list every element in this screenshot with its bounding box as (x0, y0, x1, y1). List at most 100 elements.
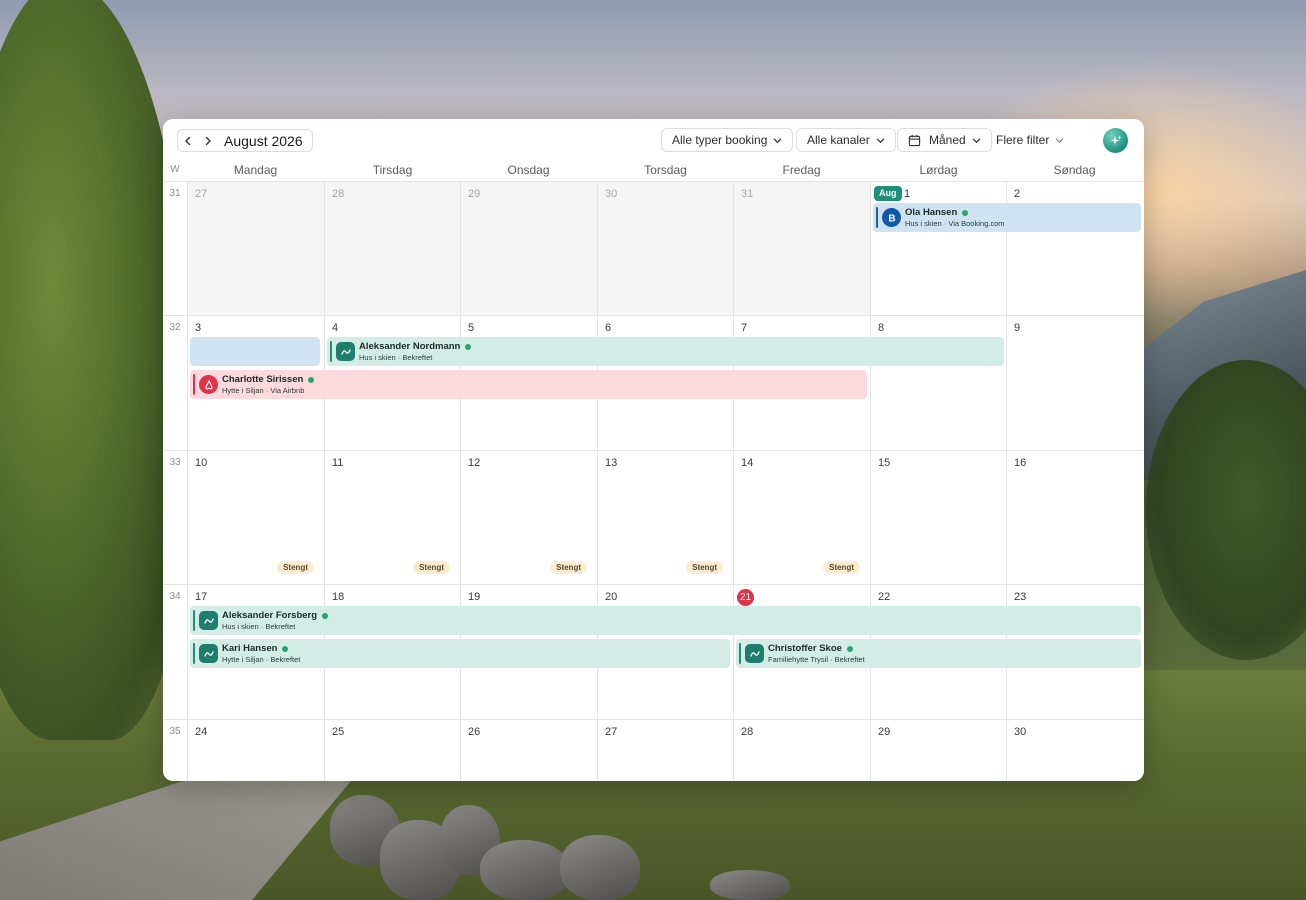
week-row: 34 17 18 19 20 21 22 23 Aleksander Forsb… (163, 584, 1144, 719)
calendar-icon (908, 134, 921, 146)
channel-filter-label: Alle kanaler (807, 133, 870, 147)
weekday-header: W Mandag Tirsdag Onsdag Torsdag Fredag L… (163, 161, 1144, 181)
month-navigator: August 2026 (177, 129, 313, 152)
day-number: 2 (1014, 188, 1021, 200)
day-cell[interactable]: 25 (324, 720, 460, 781)
lodgr-icon (745, 644, 764, 663)
day-number: 1 (904, 188, 911, 200)
week-number: 35 (169, 726, 181, 737)
chevron-down-icon (972, 138, 980, 143)
next-month-button[interactable] (198, 131, 218, 151)
day-number: 14 (741, 457, 754, 469)
day-cell[interactable]: 29 (870, 720, 1006, 781)
closed-badge: Stengt (686, 561, 723, 574)
today-marker: 21 (737, 589, 754, 606)
day-cell[interactable]: 29 (460, 182, 597, 315)
day-number: 27 (195, 188, 208, 200)
booking-aleksander-forsberg[interactable]: Aleksander Forsberg Hus i skien · Bekref… (190, 606, 1141, 635)
day-cell[interactable]: 28 (324, 182, 460, 315)
day-number: 7 (741, 322, 748, 334)
day-cell[interactable]: 24 (187, 720, 324, 781)
weekday-thursday: Torsdag (644, 163, 687, 177)
booking-com-icon: B (882, 208, 901, 227)
month-title: August 2026 (224, 132, 303, 149)
day-number: 3 (195, 322, 202, 334)
guest-name: Aleksander Forsberg (222, 610, 318, 621)
lodgr-icon (336, 342, 355, 361)
previous-month-button[interactable] (178, 131, 198, 151)
week-number: 34 (169, 591, 181, 602)
confirmed-dot (465, 343, 472, 350)
closed-badge: Stengt (823, 561, 860, 574)
day-cell[interactable]: 11 Stengt (324, 451, 460, 584)
chevron-down-icon (1056, 138, 1064, 143)
booking-christoffer-skoe[interactable]: Christoffer Skoe Familiehytte Trysil · B… (736, 639, 1141, 668)
day-cell[interactable]: 26 (460, 720, 597, 781)
booking-charlotte-sirissen[interactable]: Charlotte Sirissen Hytte i Siljan · Via … (190, 370, 867, 399)
day-number: 26 (468, 726, 481, 738)
airbnb-icon (199, 375, 218, 394)
lodgr-icon (199, 611, 218, 630)
day-cell[interactable]: 14 Stengt (733, 451, 870, 584)
day-number: 9 (1014, 322, 1021, 334)
day-cell[interactable]: 30 (1006, 720, 1144, 781)
day-cell[interactable]: 31 (733, 182, 870, 315)
day-cell[interactable]: 30 (597, 182, 733, 315)
day-number: 24 (195, 726, 208, 738)
booking-aleksander-nordmann[interactable]: Aleksander Nordmann Hus i skien · Bekref… (327, 337, 1004, 366)
day-number: 29 (468, 188, 481, 200)
day-cell[interactable]: 28 (733, 720, 870, 781)
weekday-wednesday: Onsdag (507, 163, 550, 177)
month-start-pill: Aug (874, 186, 902, 201)
day-number: 31 (741, 188, 754, 200)
ai-assistant-button[interactable] (1103, 128, 1128, 153)
booking-detail: Hus i skien · Bekreftet (359, 353, 433, 362)
confirmed-dot (282, 645, 289, 652)
day-cell[interactable]: Aug 1 (870, 182, 1006, 315)
day-cell[interactable]: 9 (1006, 316, 1144, 450)
booking-detail: Hytte i Siljan · Via Airbnb (222, 386, 305, 395)
month-grid: 31 27 28 29 30 31 Aug 1 2 B Ola Hansen H… (163, 181, 1144, 781)
day-cell[interactable]: 12 Stengt (460, 451, 597, 584)
day-cell[interactable]: 10 Stengt (187, 451, 324, 584)
booking-type-filter-label: Alle typer booking (672, 133, 768, 147)
day-number: 15 (878, 457, 891, 469)
more-filters-button[interactable]: Flere filter (986, 128, 1074, 152)
guest-name: Ola Hansen (905, 207, 958, 218)
day-cell[interactable]: 2 (1006, 182, 1144, 315)
booking-ola-hansen[interactable]: B Ola Hansen Hus i skien · Via Booking.c… (873, 203, 1141, 232)
confirmed-dot (322, 612, 329, 619)
channel-filter[interactable]: Alle kanaler (796, 128, 896, 152)
booking-ola-hansen-continued[interactable] (190, 337, 320, 366)
closed-badge: Stengt (277, 561, 314, 574)
day-number: 4 (332, 322, 339, 334)
booking-status-bar (193, 610, 195, 631)
day-cell[interactable]: 27 (187, 182, 324, 315)
day-cell[interactable]: 27 (597, 720, 733, 781)
view-selector-label: Måned (929, 133, 966, 147)
week-number: 31 (169, 188, 181, 199)
day-number: 28 (741, 726, 754, 738)
day-number: 5 (468, 322, 475, 334)
guest-name: Charlotte Sirissen (222, 374, 304, 385)
weekday-monday: Mandag (233, 163, 278, 177)
booking-detail: Hus i skien · Via Booking.com (905, 219, 1005, 228)
chevron-down-icon (876, 138, 884, 143)
day-number: 13 (605, 457, 618, 469)
day-number: 30 (1014, 726, 1027, 738)
booking-detail: Hus i skien · Bekreftet (222, 622, 296, 631)
day-cell[interactable]: 15 (870, 451, 1006, 584)
day-cell[interactable]: 13 Stengt (597, 451, 733, 584)
view-selector[interactable]: Måned (897, 128, 992, 152)
week-column-header: W (170, 164, 180, 175)
sparkle-icon (1110, 135, 1121, 145)
booking-type-filter[interactable]: Alle typer booking (661, 128, 794, 152)
week-number: 32 (169, 322, 181, 333)
day-number: 23 (1014, 591, 1027, 603)
day-cell[interactable]: 16 (1006, 451, 1144, 584)
confirmed-dot (308, 376, 315, 383)
day-number: 18 (332, 591, 345, 603)
guest-name: Aleksander Nordmann (359, 341, 461, 352)
booking-kari-hansen[interactable]: Kari Hansen Hytte i Siljan · Bekreftet (190, 639, 730, 668)
guest-name: Christoffer Skoe (768, 643, 842, 654)
